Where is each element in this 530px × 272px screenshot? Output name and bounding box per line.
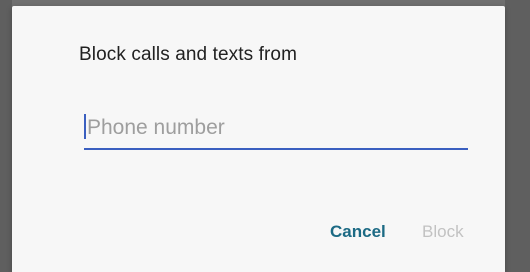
block-button[interactable]: Block	[422, 222, 464, 242]
phone-number-field[interactable]	[84, 108, 468, 150]
input-underline	[84, 148, 468, 150]
background-edge-left	[0, 0, 12, 272]
block-number-dialog: Block calls and texts from Cancel Block	[12, 6, 505, 272]
dialog-title: Block calls and texts from	[79, 44, 298, 65]
phone-number-input[interactable]	[86, 108, 467, 148]
dialog-actions: Cancel Block	[12, 216, 505, 256]
background-edge-right	[505, 0, 530, 272]
cancel-button[interactable]: Cancel	[330, 222, 386, 242]
